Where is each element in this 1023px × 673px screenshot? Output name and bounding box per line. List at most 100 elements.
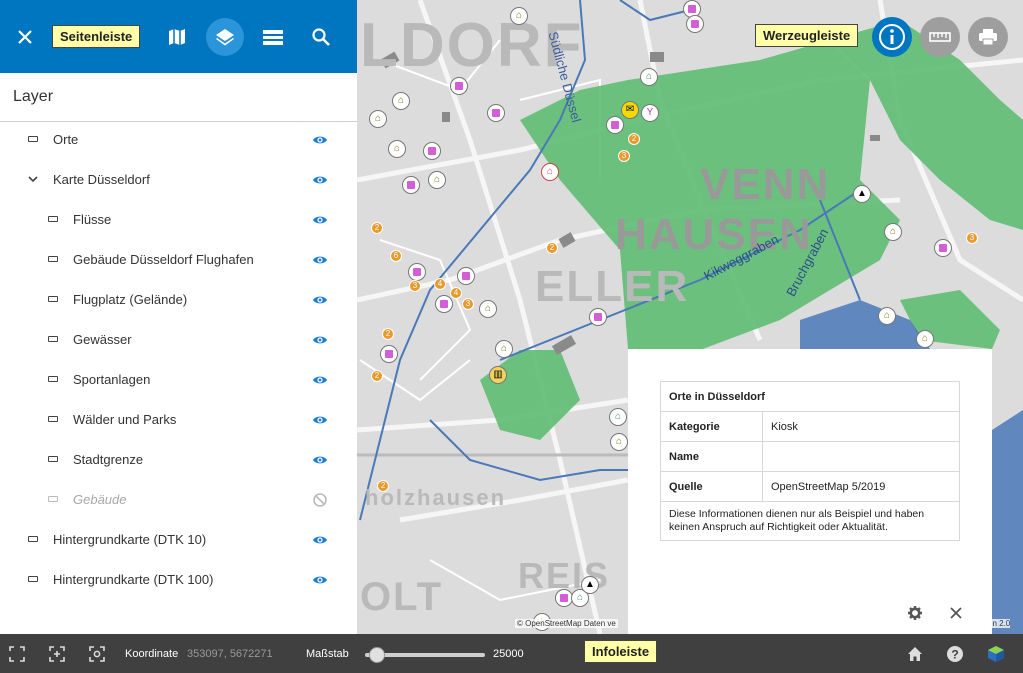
layer-item[interactable]: Sportanlagen <box>0 360 357 400</box>
map-attribution[interactable]: © OpenStreetMap Daten ve <box>515 619 618 628</box>
poi-marker[interactable] <box>934 239 952 257</box>
poi-marker[interactable] <box>457 267 475 285</box>
layers-button[interactable] <box>206 18 244 56</box>
zoom-in-button[interactable] <box>48 645 66 663</box>
poi-marker[interactable] <box>402 176 420 194</box>
poi-marker[interactable]: ⌂ <box>388 140 406 158</box>
poi-marker[interactable] <box>487 104 505 122</box>
info-button[interactable] <box>872 17 912 57</box>
poi-cluster[interactable]: 4 <box>450 287 462 299</box>
bar-poi-icon[interactable]: Y <box>641 104 659 122</box>
eye-icon[interactable] <box>312 212 328 228</box>
chevron-down-icon[interactable] <box>27 173 39 185</box>
ruler-icon <box>263 30 283 45</box>
poi-marker[interactable]: ⌂ <box>495 340 513 358</box>
poi-marker[interactable] <box>435 295 453 313</box>
shop-poi-icon[interactable]: ⌂ <box>640 68 658 86</box>
svg-text:?: ? <box>951 648 958 662</box>
poi-marker[interactable]: ⌂ <box>610 433 628 451</box>
layer-item[interactable]: Gewässer <box>0 320 357 360</box>
eye-icon[interactable] <box>312 412 328 428</box>
home-button[interactable] <box>906 645 924 663</box>
poi-cluster[interactable]: 3 <box>966 232 978 244</box>
eye-icon[interactable] <box>312 452 328 468</box>
poi-cluster[interactable]: 4 <box>434 278 446 290</box>
close-sidebar-button[interactable] <box>6 18 44 56</box>
poi-marker[interactable] <box>589 308 607 326</box>
layer-item[interactable]: Wälder und Parks <box>0 400 357 440</box>
eye-icon[interactable] <box>312 252 328 268</box>
layer-item[interactable]: Orte <box>0 120 357 160</box>
eye-icon[interactable] <box>312 372 328 388</box>
help-button[interactable]: ? <box>946 645 964 663</box>
poi-marker[interactable] <box>450 77 468 95</box>
info-value <box>762 441 960 472</box>
poi-cluster[interactable]: 2 <box>371 222 383 234</box>
hidden-icon[interactable] <box>312 492 328 508</box>
eye-icon[interactable] <box>312 292 328 308</box>
layer-label: Wälder und Parks <box>73 412 177 427</box>
layer-item[interactable]: Karte Düsseldorf <box>0 160 357 200</box>
scale-slider-handle[interactable] <box>369 647 385 663</box>
poi-marker[interactable] <box>686 15 704 33</box>
poi-cluster[interactable]: 2 <box>382 328 394 340</box>
poi-marker[interactable] <box>423 142 441 160</box>
poi-marker[interactable] <box>606 116 624 134</box>
poi-marker[interactable]: ⌂ <box>541 163 559 181</box>
info-title: Orte in Düsseldorf <box>660 381 960 412</box>
poi-cluster[interactable]: 3 <box>409 280 421 292</box>
layer-item[interactable]: Hintergrundkarte (DTK 10) <box>0 520 357 560</box>
poi-marker[interactable]: ⌂ <box>916 330 934 348</box>
zoom-extent-button[interactable] <box>8 645 26 663</box>
zoom-out-button[interactable] <box>88 645 106 663</box>
poi-marker[interactable]: ⌂ <box>428 171 446 189</box>
info-close-button[interactable] <box>948 605 964 621</box>
poi-cluster[interactable]: 3 <box>462 298 474 310</box>
poi-cluster[interactable]: 6 <box>390 250 402 262</box>
measure-button[interactable] <box>920 17 960 57</box>
museum-poi-icon[interactable]: ▥ <box>489 366 507 384</box>
layer-item[interactable]: Gebäude <box>0 480 357 520</box>
poi-marker[interactable] <box>380 345 398 363</box>
layer-item[interactable]: Flüsse <box>0 200 357 240</box>
layer-item[interactable]: Flugplatz (Gelände) <box>0 280 357 320</box>
poi-marker[interactable]: ⌂ <box>369 110 387 128</box>
coordinate-label: Koordinate <box>125 648 179 660</box>
app-logo[interactable] <box>987 645 1005 663</box>
poi-marker[interactable]: ⌂ <box>884 223 902 241</box>
fullscreen-icon <box>9 646 25 662</box>
poi-cluster[interactable]: 3 <box>618 150 630 162</box>
eye-icon[interactable] <box>312 332 328 348</box>
shop-poi-icon[interactable]: ⌂ <box>609 408 627 426</box>
poi-marker[interactable]: ▲ <box>853 185 871 203</box>
mail-poi-icon[interactable]: ✉ <box>621 101 639 119</box>
map-button[interactable] <box>158 18 196 56</box>
poi-marker[interactable]: ▲ <box>581 576 599 594</box>
poi-cluster[interactable]: 2 <box>371 370 383 382</box>
layer-item[interactable]: Stadtgrenze <box>0 440 357 480</box>
eye-icon[interactable] <box>312 572 328 588</box>
poi-cluster[interactable]: 2 <box>628 133 640 145</box>
info-settings-button[interactable] <box>907 605 923 621</box>
poi-marker[interactable] <box>408 263 426 281</box>
poi-cluster[interactable]: 2 <box>546 242 558 254</box>
info-title-row: Orte in Düsseldorf <box>660 381 960 412</box>
layer-item[interactable]: Gebäude Düsseldorf Flughafen <box>0 240 357 280</box>
poi-marker[interactable]: ⌂ <box>479 300 497 318</box>
poi-marker[interactable]: ⌂ <box>510 7 528 25</box>
print-button[interactable] <box>968 17 1008 57</box>
poi-marker[interactable]: ⌂ <box>392 92 410 110</box>
eye-icon[interactable] <box>312 172 328 188</box>
poi-cluster[interactable]: 2 <box>377 480 389 492</box>
layer-item[interactable]: Hintergrundkarte (DTK 100) <box>0 560 357 600</box>
tools-tooltip: Werzeugleiste <box>755 24 859 47</box>
poi-marker[interactable]: ⌂ <box>878 307 896 325</box>
layer-type-icon <box>48 456 58 462</box>
eye-icon[interactable] <box>312 132 328 148</box>
layer-type-icon <box>48 216 58 222</box>
eye-icon[interactable] <box>312 532 328 548</box>
search-button[interactable] <box>302 18 340 56</box>
table-row: Name <box>660 441 960 472</box>
legend-button[interactable] <box>254 18 292 56</box>
scale-value: 25000 <box>493 648 524 660</box>
